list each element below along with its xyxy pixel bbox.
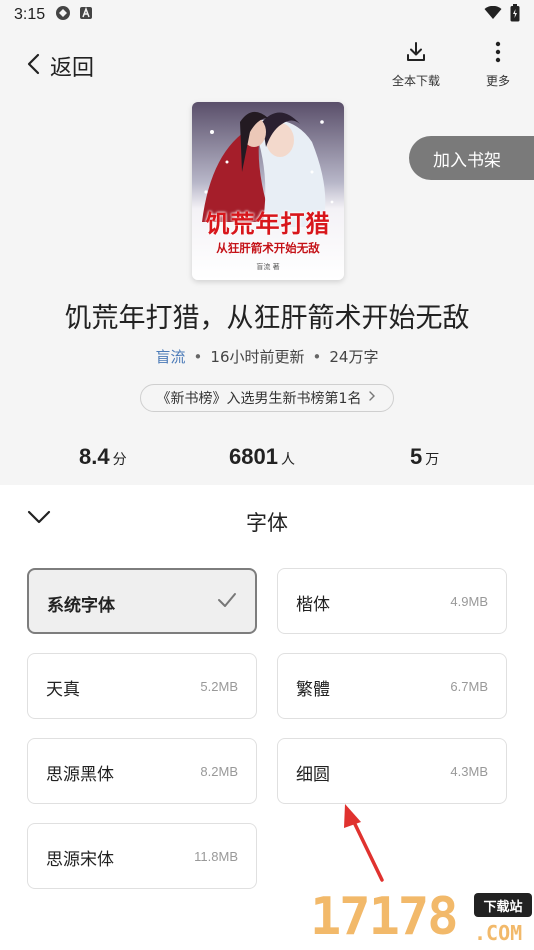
download-all-label: 全本下载 [392, 74, 441, 88]
status-time: 3:15 [14, 6, 46, 23]
font-option-system[interactable]: 系统字体 [27, 568, 257, 634]
stat-popularity: 5 万 [410, 444, 439, 470]
back-label: 返回 [50, 56, 95, 81]
stat-unit: 人 [280, 452, 295, 468]
font-bottom-sheet: 字体 系统字体 楷体 4.9MB 天真 5.2MB 繁體 6.7MB 思源黑体 … [0, 485, 534, 950]
book-title: 饥荒年打猎，从狂肝箭术开始无敌 [64, 303, 470, 334]
font-name: 天真 [46, 680, 80, 700]
font-option-xiyuan[interactable]: 细圆 4.3MB [277, 738, 507, 804]
font-option-tianzhen[interactable]: 天真 5.2MB [27, 653, 257, 719]
download-icon [404, 40, 428, 68]
sheet-header: 字体 [0, 485, 534, 555]
font-option-source-han-serif[interactable]: 思源宋体 11.8MB [27, 823, 257, 889]
stat-unit: 分 [112, 452, 127, 468]
book-detail-section: 返回 全本下载 更多 饥荒年打猎 从狂肝箭术开始无敌 盲流 著 加入书架 饥荒年… [0, 30, 534, 485]
book-stats: 8.4 分 6801 人 5 万 [0, 444, 534, 484]
font-size: 5.2MB [200, 679, 238, 694]
watermark-domain: .COM [474, 921, 523, 945]
chevron-left-icon [26, 52, 42, 80]
sheet-title: 字体 [246, 511, 288, 535]
font-size: 4.9MB [450, 594, 488, 609]
ranking-text: 《新书榜》入选男生新书榜第1名 [156, 391, 362, 407]
more-label: 更多 [486, 74, 511, 88]
font-name: 思源宋体 [46, 850, 114, 870]
watermark-logo: 17178 下载站 .COM [310, 885, 534, 950]
sync-icon [55, 5, 71, 25]
font-option-source-han-sans[interactable]: 思源黑体 8.2MB [27, 738, 257, 804]
font-option-kaiti[interactable]: 楷体 4.9MB [277, 568, 507, 634]
download-all-button[interactable]: 全本下载 [392, 40, 440, 89]
stat-value: 5 [410, 444, 423, 469]
more-vertical-icon [486, 40, 510, 68]
font-size: 4.3MB [450, 764, 488, 779]
font-size: 6.7MB [450, 679, 488, 694]
stat-rating: 8.4 分 [79, 444, 127, 470]
chevron-right-icon [367, 390, 377, 406]
word-count: 24万字 [329, 348, 379, 366]
watermark-number: 17178 [310, 887, 459, 947]
status-bar: 3:15 [0, 0, 534, 30]
font-option-traditional[interactable]: 繁體 6.7MB [277, 653, 507, 719]
checkmark-icon [217, 592, 237, 612]
cover-title: 饥荒年打猎 [205, 209, 331, 238]
watermark-badge: 下载站 [474, 893, 532, 917]
font-size: 11.8MB [194, 849, 238, 864]
cover-subtitle: 从狂肝箭术开始无敌 [216, 241, 320, 255]
font-name: 思源黑体 [46, 765, 114, 785]
more-button[interactable]: 更多 [486, 40, 510, 89]
separator-dot: • [193, 347, 203, 366]
font-name: 楷体 [296, 595, 330, 615]
author-link[interactable]: 盲流 [156, 346, 186, 367]
cover-author: 盲流 著 [256, 263, 280, 271]
stat-value: 8.4 [79, 444, 110, 469]
stat-unit: 万 [425, 452, 440, 468]
font-size: 8.2MB [200, 764, 238, 779]
font-name: 繁體 [296, 680, 330, 700]
separator-dot: • [312, 347, 322, 366]
ranking-badge[interactable]: 《新书榜》入选男生新书榜第1名 [140, 384, 394, 412]
battery-icon [510, 4, 520, 26]
wifi-icon [484, 5, 502, 24]
back-button[interactable]: 返回 [26, 50, 94, 82]
update-time: 16小时前更新 [210, 348, 305, 366]
book-cover[interactable]: 饥荒年打猎 从狂肝箭术开始无敌 盲流 著 [192, 102, 344, 280]
add-to-shelf-button[interactable]: 加入书架 [409, 136, 534, 180]
stat-value: 6801 [229, 444, 278, 469]
stat-readers: 6801 人 [229, 444, 295, 470]
book-meta: 盲流 • 16小时前更新 • 24万字 [0, 346, 534, 367]
top-nav: 返回 全本下载 更多 [0, 30, 534, 102]
font-name: 系统字体 [47, 596, 115, 616]
app-notification-icon [79, 6, 93, 24]
font-name: 细圆 [296, 765, 330, 785]
